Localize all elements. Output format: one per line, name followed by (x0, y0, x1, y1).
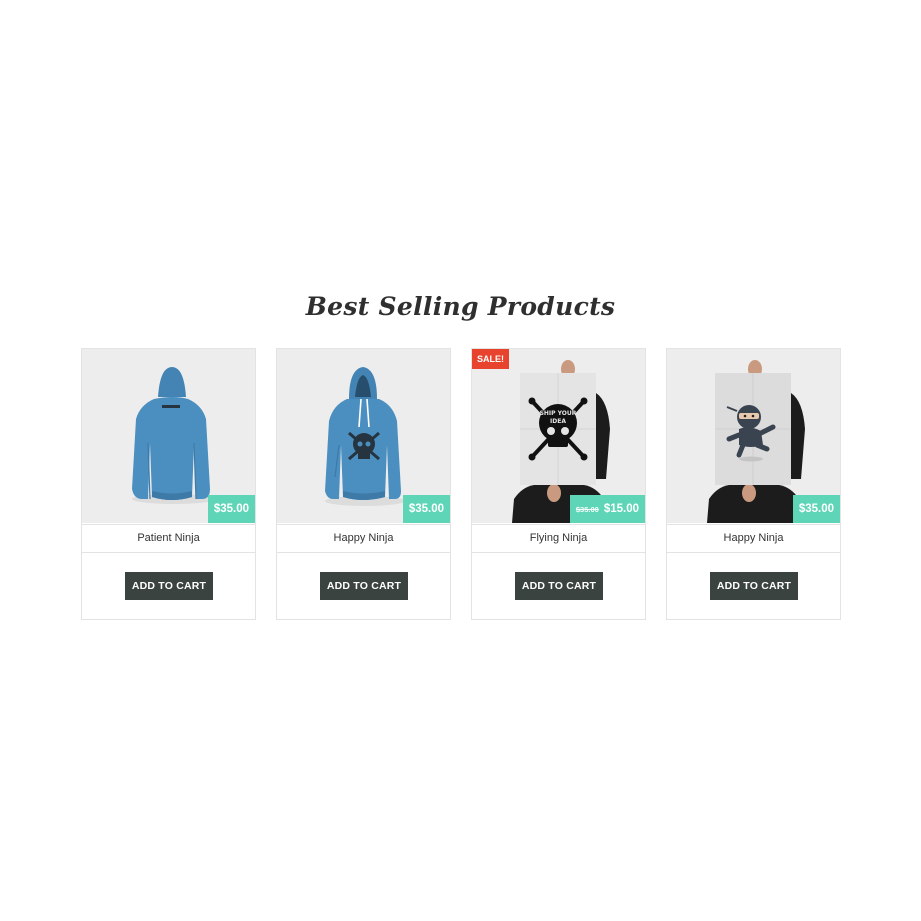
price-tag: $35.00 $15.00 (569, 495, 645, 523)
product-name[interactable]: Flying Ninja (472, 524, 645, 553)
product-name[interactable]: Happy Ninja (667, 524, 840, 553)
poster-text-line-2: IDEA (550, 418, 566, 425)
price: $35.00 (213, 503, 249, 515)
old-price: $35.00 (575, 505, 599, 514)
sale-badge: SALE! (472, 349, 509, 369)
product-image-happy-ninja-poster[interactable]: $35.00 (667, 349, 840, 523)
product-card: $35.00 Happy Ninja ADD TO CART (666, 348, 841, 620)
price-tag: $35.00 (792, 495, 840, 523)
product-image-happy-ninja-hoodie[interactable]: $35.00 (277, 349, 450, 523)
add-to-cart-button[interactable]: ADD TO CART (320, 572, 408, 600)
product-card: SHIP YOUR IDEA SALE! $35.00 $15.00 Flying… (471, 348, 646, 620)
product-image-flying-ninja[interactable]: SHIP YOUR IDEA SALE! $35.00 $15.00 (472, 349, 645, 523)
add-to-cart-button[interactable]: ADD TO CART (710, 572, 798, 600)
price: $15.00 (603, 503, 639, 515)
add-to-cart-button[interactable]: ADD TO CART (515, 572, 603, 600)
product-card: $35.00 Happy Ninja ADD TO CART (276, 348, 451, 620)
best-selling-section: Best Selling Products $35.00 Patient Nin… (0, 0, 921, 921)
section-title: Best Selling Products (305, 292, 616, 321)
price-tag: $35.00 (402, 495, 450, 523)
price: $35.00 (798, 503, 834, 515)
product-card: $35.00 Patient Ninja ADD TO CART (81, 348, 256, 620)
price: $35.00 (408, 503, 444, 515)
add-to-cart-button[interactable]: ADD TO CART (125, 572, 213, 600)
product-grid: $35.00 Patient Ninja ADD TO CART $35.00 … (81, 348, 841, 620)
product-name[interactable]: Happy Ninja (277, 524, 450, 553)
poster-text-line-1: SHIP YOUR (540, 410, 577, 417)
product-image-patient-ninja[interactable]: $35.00 (82, 349, 255, 523)
product-name[interactable]: Patient Ninja (82, 524, 255, 553)
price-tag: $35.00 (207, 495, 255, 523)
